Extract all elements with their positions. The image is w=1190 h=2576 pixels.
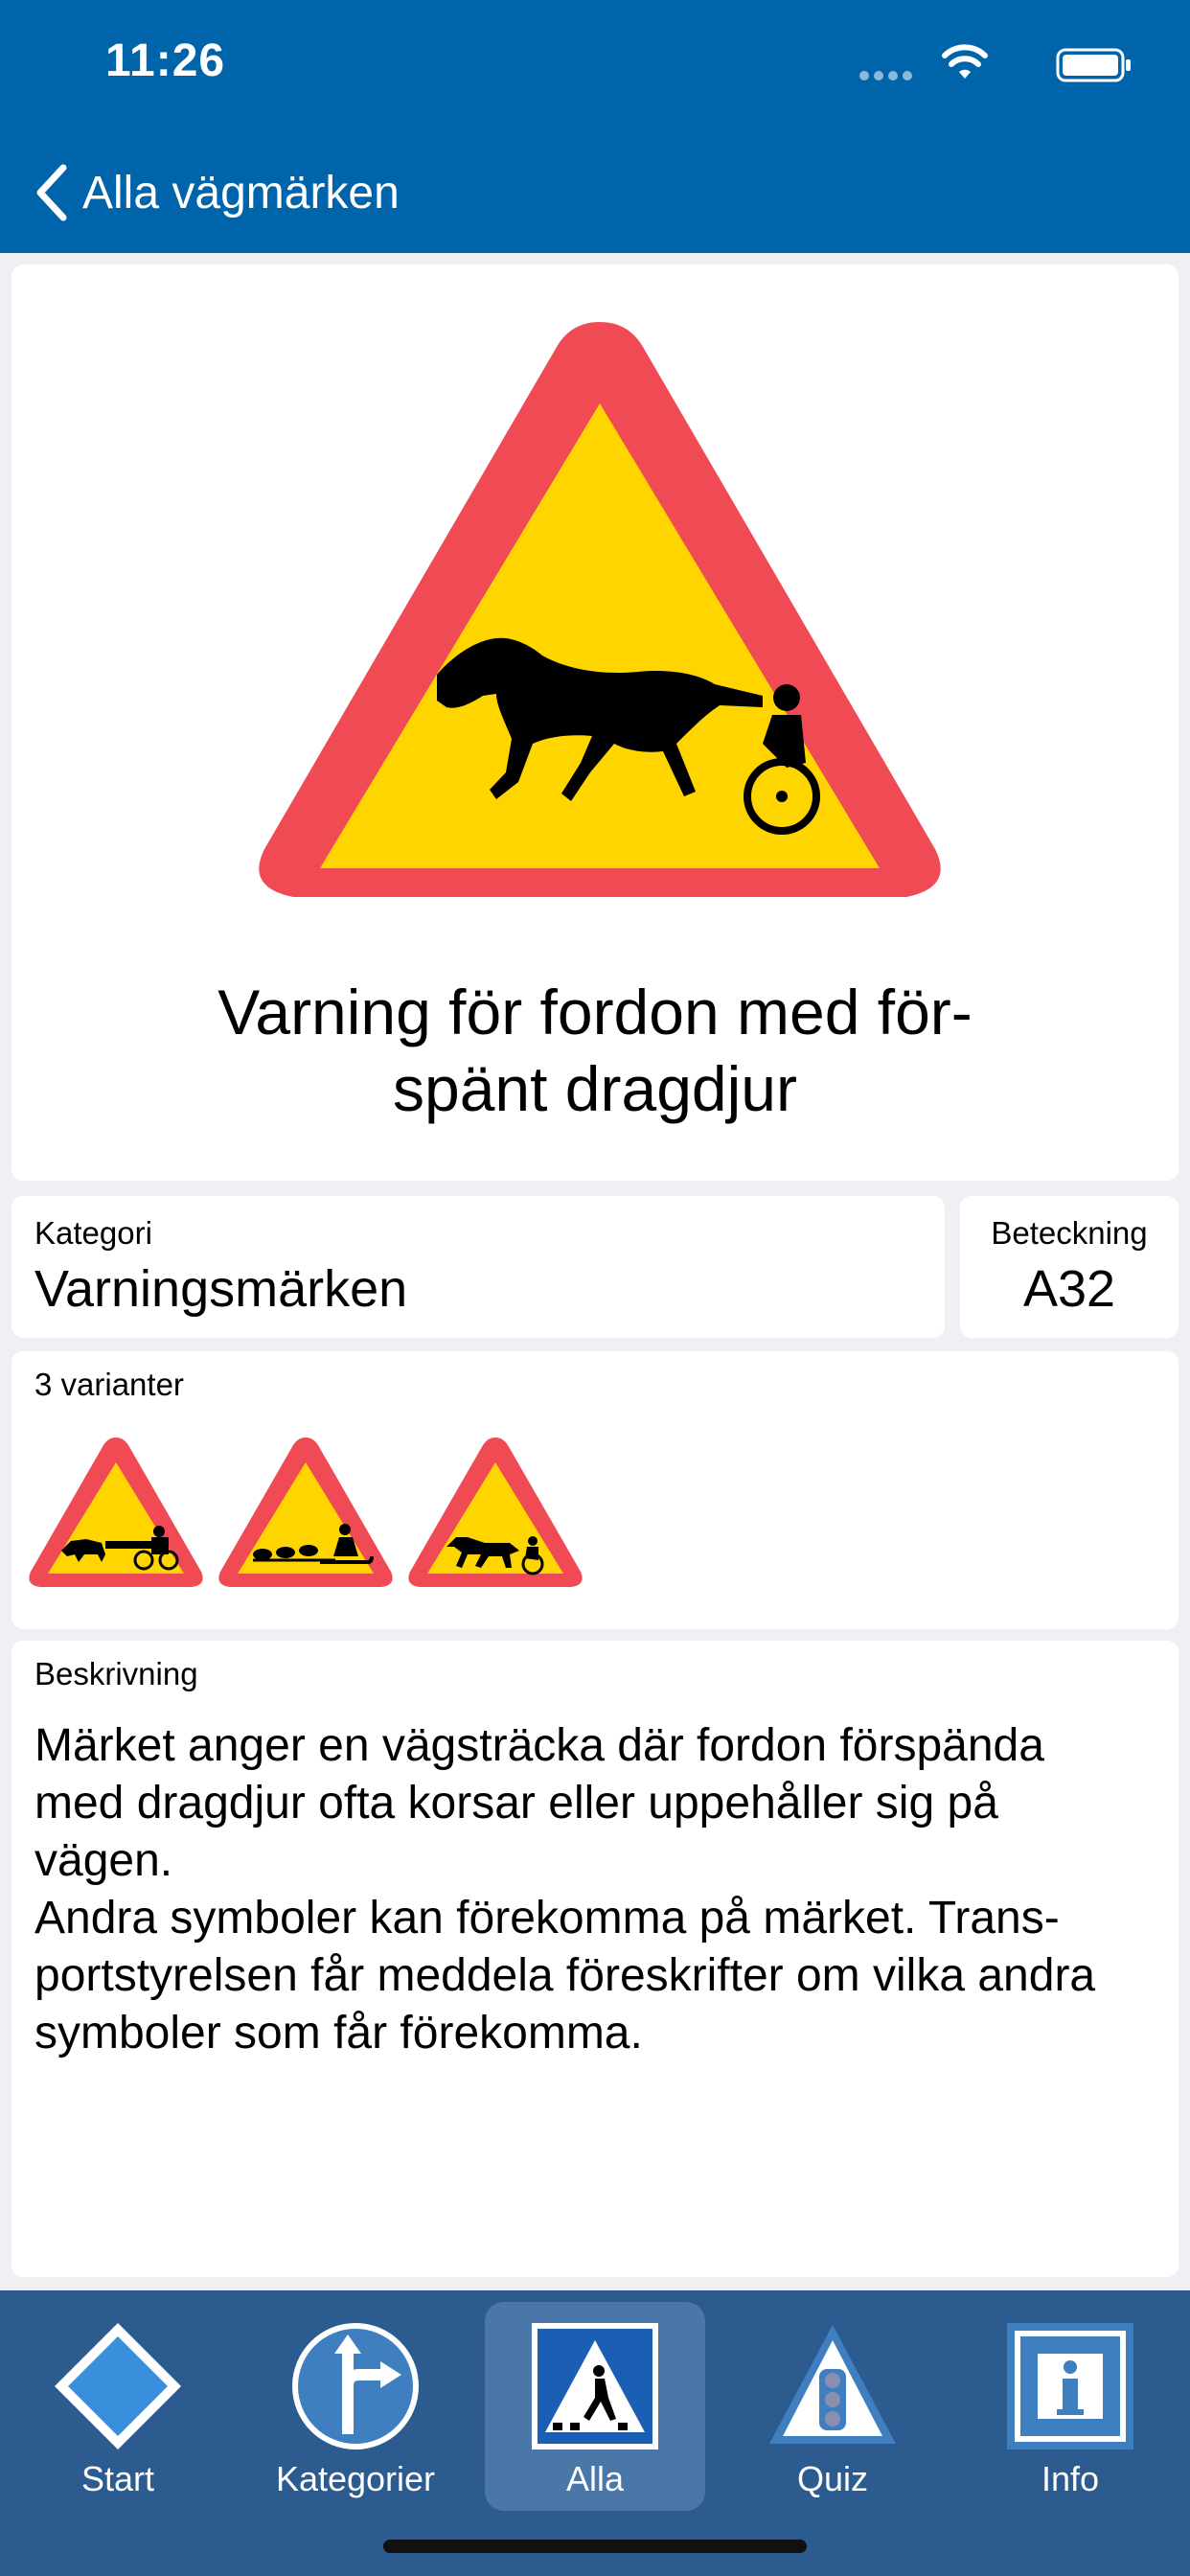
info-sign-icon [1007,2323,1133,2450]
trotting-horse-warning-sign-icon [259,322,941,897]
category-card[interactable]: Kategori Varningsmärken [11,1196,945,1338]
designation-label: Beteckning [991,1215,1148,1251]
variants-list [25,1428,594,1600]
cellular-signal-icon [855,68,912,85]
battery-icon [1056,48,1131,82]
description-label: Beskrivning [34,1656,198,1691]
navigation-header: 11:26 Alla vägmärken [0,0,1190,253]
description-card: Beskrivning Märket anger en vägsträcka d… [11,1641,1179,2277]
tab-alla[interactable]: Alla [485,2302,705,2511]
pedestrian-crossing-icon [532,2323,658,2450]
tab-label: Alla [565,2459,625,2498]
status-time: 11:26 [105,35,226,86]
sign-title: Varning för fordon med för- spänt dragdj… [217,977,973,1124]
horse-carriage-sign-icon[interactable] [25,1428,207,1600]
tab-label: Quiz [796,2459,869,2498]
tab-label: Info [1041,2459,1100,2498]
tab-kategorier[interactable]: Kategorier [245,2302,466,2511]
tab-info[interactable]: Info [960,2302,1180,2511]
sign-card: Varning för fordon med för- spänt dragdj… [11,264,1179,1181]
tab-start[interactable]: Start [8,2302,228,2511]
wifi-icon [942,44,988,79]
trotting-horse-sign-icon[interactable] [404,1428,586,1600]
back-button[interactable]: Alla vägmärken [34,159,400,226]
tab-label: Kategorier [275,2459,436,2498]
direction-sign-icon [292,2323,419,2450]
tab-quiz[interactable]: Quiz [722,2302,943,2511]
traffic-light-sign-icon [769,2325,896,2444]
category-value: Varningsmärken [34,1260,408,1318]
dog-sled-sign-icon[interactable] [215,1428,397,1600]
status-icons [845,44,1133,86]
designation-card: Beteckning A32 [960,1196,1179,1338]
chevron-left-icon [36,164,67,221]
variants-card: 3 varianter [11,1351,1179,1629]
home-indicator[interactable] [383,2540,807,2553]
tab-bar: Start Kategorier Alla Quiz Info [0,2290,1190,2576]
diamond-sign-icon [55,2323,181,2450]
back-label: Alla vägmärken [82,167,400,218]
description-text: Märket anger en vägsträcka där fordon fö… [34,1720,1096,2058]
designation-value: A32 [1022,1260,1116,1318]
variants-label: 3 varianter [34,1367,184,1402]
tab-label: Start [80,2459,155,2498]
category-label: Kategori [34,1215,152,1251]
app-screen: 11:26 Alla vägmärken Varning för fordon … [0,0,1190,2576]
